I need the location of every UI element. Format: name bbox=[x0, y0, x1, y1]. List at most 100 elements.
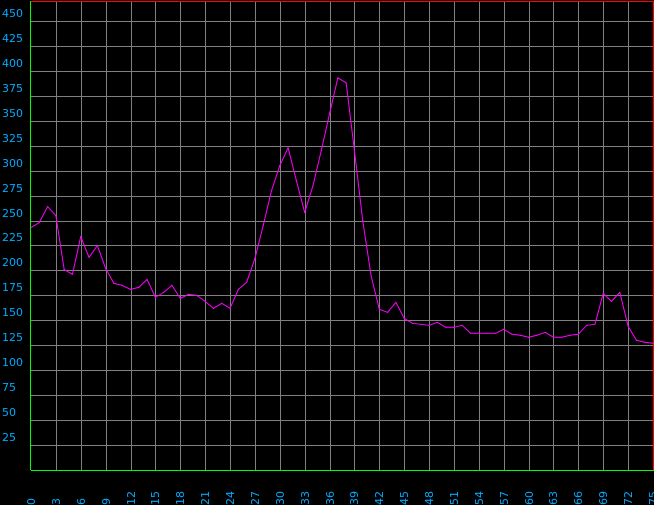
data-point bbox=[561, 336, 563, 338]
data-point bbox=[312, 185, 314, 187]
data-point bbox=[544, 331, 546, 333]
data-point bbox=[328, 113, 331, 115]
chart-background bbox=[0, 0, 654, 505]
data-point bbox=[138, 286, 140, 288]
x-tick-label: 0 bbox=[25, 498, 38, 505]
data-point bbox=[610, 300, 613, 302]
data-point bbox=[38, 221, 40, 224]
y-tick-label: 150 bbox=[2, 306, 23, 319]
y-tick-label: 200 bbox=[2, 256, 23, 269]
y-tick-label: 25 bbox=[2, 431, 16, 444]
data-point bbox=[536, 334, 538, 336]
x-tick-label: 45 bbox=[398, 491, 411, 505]
x-tick-label: 72 bbox=[622, 491, 635, 505]
y-tick-label: 175 bbox=[2, 281, 23, 294]
y-tick-label: 275 bbox=[2, 182, 23, 195]
data-point bbox=[154, 296, 156, 298]
data-point bbox=[221, 302, 223, 304]
data-point bbox=[403, 317, 405, 319]
data-point bbox=[295, 180, 297, 182]
data-point bbox=[469, 332, 472, 334]
data-point bbox=[627, 325, 629, 327]
x-tick-label: 57 bbox=[498, 491, 511, 505]
data-point bbox=[552, 336, 555, 338]
data-point bbox=[378, 308, 380, 310]
y-tick-label: 400 bbox=[2, 57, 23, 70]
x-tick-label: 54 bbox=[473, 491, 486, 505]
data-point bbox=[121, 284, 123, 286]
data-point bbox=[113, 282, 115, 284]
x-tick-label: 27 bbox=[249, 491, 262, 505]
x-tick-label: 3 bbox=[50, 498, 63, 505]
data-point bbox=[196, 294, 198, 296]
data-point bbox=[55, 214, 57, 217]
data-point bbox=[80, 235, 82, 238]
data-point bbox=[569, 334, 571, 336]
data-point bbox=[635, 339, 638, 341]
data-point bbox=[619, 291, 621, 293]
x-tick-label: 51 bbox=[448, 491, 461, 505]
data-point bbox=[528, 336, 530, 338]
data-point bbox=[387, 311, 389, 313]
data-point bbox=[237, 288, 239, 290]
y-tick-label: 325 bbox=[2, 132, 23, 145]
x-tick-label: 30 bbox=[274, 491, 287, 505]
data-point bbox=[304, 211, 306, 214]
y-tick-label: 250 bbox=[2, 207, 23, 220]
x-tick-label: 18 bbox=[174, 491, 187, 505]
data-point bbox=[428, 324, 430, 326]
data-point bbox=[461, 324, 463, 326]
data-point bbox=[395, 301, 397, 303]
data-point bbox=[503, 328, 505, 330]
data-point bbox=[229, 307, 231, 309]
data-point bbox=[30, 226, 32, 229]
x-tick-label: 75 bbox=[647, 491, 654, 505]
data-point bbox=[602, 292, 604, 294]
data-point bbox=[270, 190, 273, 192]
x-tick-label: 48 bbox=[423, 491, 436, 505]
y-tick-label: 375 bbox=[2, 82, 23, 95]
data-point bbox=[494, 332, 497, 334]
data-point bbox=[71, 273, 74, 276]
x-tick-label: 12 bbox=[125, 491, 138, 505]
x-tick-label: 33 bbox=[299, 491, 312, 505]
data-point bbox=[486, 332, 488, 334]
data-point bbox=[163, 291, 165, 293]
data-point bbox=[63, 268, 65, 271]
x-tick-label: 69 bbox=[597, 491, 610, 505]
data-point bbox=[362, 219, 364, 222]
data-point bbox=[420, 323, 422, 325]
data-point bbox=[370, 274, 372, 277]
data-point bbox=[179, 297, 181, 299]
y-tick-label: 100 bbox=[2, 356, 23, 369]
data-point bbox=[46, 205, 49, 208]
y-tick-label: 50 bbox=[2, 406, 16, 419]
y-tick-label: 125 bbox=[2, 331, 23, 344]
data-point bbox=[644, 341, 646, 343]
x-tick-label: 6 bbox=[75, 498, 88, 505]
x-tick-label: 60 bbox=[523, 491, 536, 505]
data-point bbox=[478, 332, 480, 334]
data-point bbox=[453, 326, 455, 328]
data-point bbox=[171, 284, 173, 286]
data-point bbox=[105, 267, 107, 270]
x-tick-label: 39 bbox=[348, 491, 361, 505]
x-tick-label: 63 bbox=[547, 491, 560, 505]
y-tick-label: 300 bbox=[2, 157, 23, 170]
data-point bbox=[519, 334, 521, 336]
data-point bbox=[204, 300, 206, 302]
data-point bbox=[212, 307, 215, 309]
data-point bbox=[652, 342, 654, 344]
x-tick-label: 42 bbox=[373, 491, 386, 505]
data-point bbox=[337, 77, 339, 79]
data-point bbox=[594, 323, 596, 325]
x-tick-label: 36 bbox=[324, 491, 337, 505]
data-point bbox=[146, 278, 148, 281]
data-point bbox=[345, 82, 347, 84]
line-chart: 2550751001251501752002252502753003253503… bbox=[0, 0, 654, 505]
data-point bbox=[279, 165, 281, 167]
data-point bbox=[353, 150, 356, 152]
data-point bbox=[262, 224, 264, 227]
data-point bbox=[187, 293, 190, 295]
data-point bbox=[411, 322, 414, 324]
